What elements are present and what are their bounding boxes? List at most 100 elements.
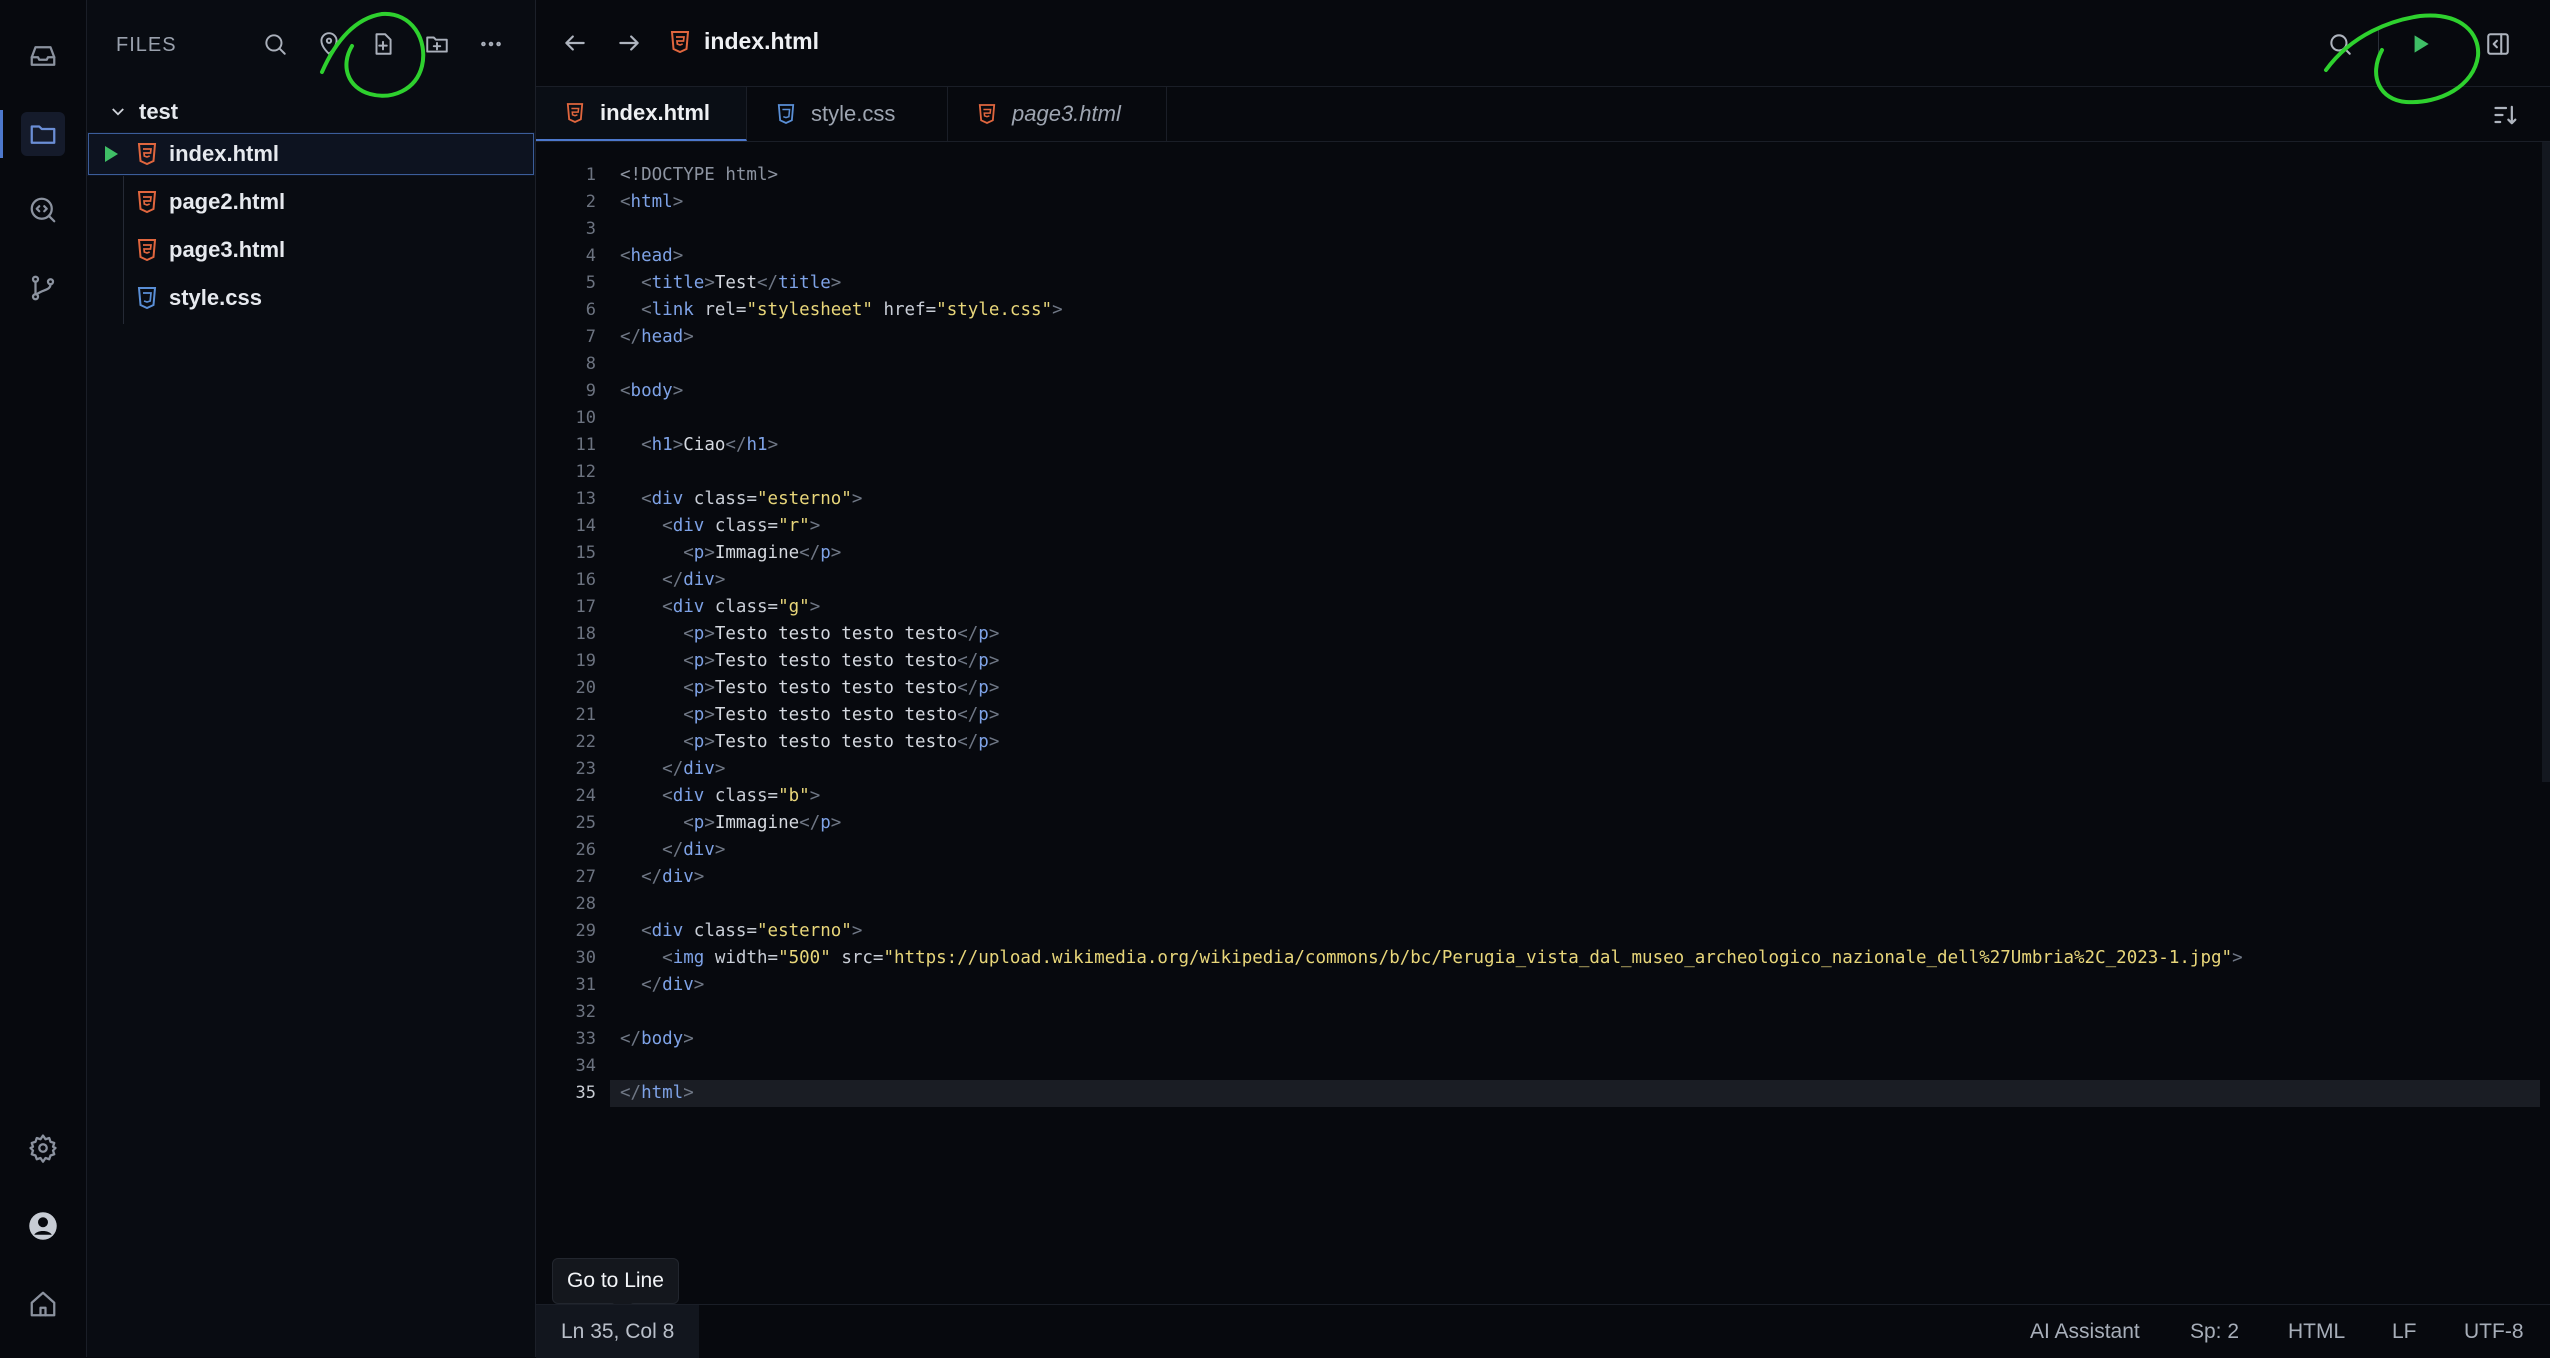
code-line: <div class="b"> [662,786,821,806]
line-number: 18 [575,624,596,644]
code-line: <div class="g"> [662,597,821,617]
file-encoding[interactable]: UTF-8 [2464,1305,2524,1358]
code-line: <p>Testo testo testo testo</p> [683,732,1000,752]
ai-assistant-button[interactable]: AI Assistant [2030,1305,2140,1358]
tab-style-css[interactable]: style.css [747,87,948,141]
inbox-icon[interactable] [21,34,65,78]
line-number: 25 [575,813,596,833]
tab-index-html[interactable]: index.html [536,87,747,141]
file-item-index-html[interactable]: index.html [87,132,535,176]
line-number-gutter: 1 2 3 4 5 6 7 8 9 10 11 12 13 14 15 16 17 18 19 20 21 22 23 24 2… [536,162,596,1107]
code-line: <img width="500" src="https://upload.wik… [662,948,2243,968]
html-file-icon [978,104,996,124]
file-item-page3-html[interactable]: page3.html [87,228,535,272]
home-icon[interactable] [21,1282,65,1326]
new-folder-icon[interactable] [419,26,455,62]
divider [2378,26,2379,62]
line-number: 24 [575,786,596,806]
folder-test[interactable]: test [109,96,178,128]
html-file-icon [566,103,584,123]
line-number: 31 [575,975,596,995]
code-line: <html> [620,192,684,212]
line-number: 30 [575,948,596,968]
code-line: <div class="esterno"> [641,921,863,941]
tab-page3-html[interactable]: page3.html [948,87,1167,141]
html-file-icon [137,143,157,165]
line-number: 13 [575,489,596,509]
current-file-title: index.html [670,28,819,55]
code-line: </div> [662,840,726,860]
code-line: <div class="r"> [662,516,821,536]
vertical-scrollbar[interactable] [2542,142,2550,782]
html-file-icon [670,30,690,53]
editor-header: index.html [536,0,2550,87]
code-line: <head> [620,246,684,266]
file-explorer: FILES test index.html page2.html page3.h… [87,0,536,1357]
forward-arrow-icon[interactable] [616,30,644,58]
file-name: style.css [169,285,262,310]
indentation-setting[interactable]: Sp: 2 [2190,1305,2239,1358]
more-options-icon[interactable] [473,26,509,62]
toggle-panel-icon[interactable] [2482,28,2514,60]
back-arrow-icon[interactable] [562,30,590,58]
search-icon[interactable] [2324,28,2356,60]
line-number: 10 [575,408,596,428]
code-line: </div> [641,867,705,887]
code-line: <link rel="stylesheet" href="style.css"> [641,300,1063,320]
line-number: 27 [575,867,596,887]
line-number: 7 [585,327,596,347]
code-line: <p>Testo testo testo testo</p> [683,705,1000,725]
git-branch-icon[interactable] [21,266,65,310]
code-line: </body> [620,1029,694,1049]
settings-gear-icon[interactable] [21,1126,65,1170]
line-number: 32 [575,1002,596,1022]
code-content[interactable]: <!DOCTYPE html> <html> <head> <title>Tes… [610,162,2540,1107]
files-title: FILES [116,34,177,56]
editor-tabs: index.html style.css page3.html [536,87,2550,142]
code-line-current: </html> [610,1080,2540,1107]
file-name: index.html [169,141,280,166]
status-bar: Ln 35, Col 8 AI Assistant Sp: 2 HTML LF … [536,1304,2550,1358]
line-number: 17 [575,597,596,617]
line-number: 2 [585,192,596,212]
code-line: </div> [662,759,726,779]
user-avatar-icon[interactable] [21,1204,65,1248]
line-number: 5 [585,273,596,293]
file-name: page2.html [169,189,286,214]
language-mode[interactable]: HTML [2288,1305,2345,1358]
line-number: 9 [585,381,596,401]
line-number: 20 [575,678,596,698]
new-file-icon[interactable] [365,26,401,62]
line-number: 15 [575,543,596,563]
folder-icon[interactable] [21,112,65,156]
line-number: 11 [575,435,596,455]
line-number: 1 [585,165,596,185]
code-line: <p>Testo testo testo testo</p> [683,678,1000,698]
line-ending[interactable]: LF [2392,1305,2417,1358]
file-item-page2-html[interactable]: page2.html [87,180,535,224]
line-number: 4 [585,246,596,266]
location-pin-icon[interactable] [311,26,347,62]
code-line: <!DOCTYPE html> [620,165,779,185]
line-number: 14 [575,516,596,536]
chevron-down-icon [112,108,124,116]
line-number: 23 [575,759,596,779]
line-number: 28 [575,894,596,914]
tab-label: index.html [600,100,711,125]
search-icon[interactable] [257,26,293,62]
file-item-style-css[interactable]: style.css [87,276,535,320]
sort-icon[interactable] [2492,101,2520,129]
line-number: 19 [575,651,596,671]
code-search-icon[interactable] [21,188,65,232]
code-editor[interactable]: 1 2 3 4 5 6 7 8 9 10 11 12 13 14 15 16 17 18 19 20 21 22 23 24 2… [536,142,2550,1302]
line-number: 8 [585,354,596,374]
code-line: </div> [662,570,726,590]
code-line: <title>Test</title> [641,273,842,293]
css-file-icon [777,104,795,124]
run-play-icon[interactable] [2404,28,2436,60]
cursor-position[interactable]: Ln 35, Col 8 [536,1305,700,1358]
